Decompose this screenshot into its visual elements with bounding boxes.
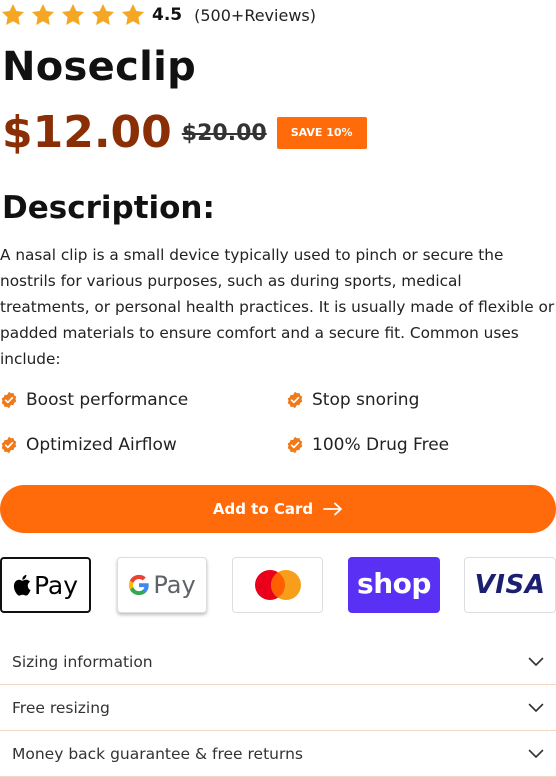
accordion-free-resizing[interactable]: Free resizing — [0, 685, 556, 731]
star-rating — [0, 2, 146, 28]
chevron-down-icon — [528, 703, 544, 712]
feature-label: Boost performance — [26, 390, 189, 410]
visa-logo: VISA — [464, 557, 556, 613]
star-icon — [31, 3, 55, 25]
feature-item: Stop snoring — [286, 390, 419, 410]
star-icon — [61, 3, 85, 25]
save-badge: SAVE 10% — [276, 117, 367, 149]
feature-item: Optimized Airflow — [0, 435, 177, 455]
feature-label: Optimized Airflow — [26, 435, 177, 455]
feature-item: 100% Drug Free — [286, 435, 449, 455]
review-count-link[interactable]: (500+Reviews) — [194, 6, 316, 25]
shop-pay-text: shop — [357, 566, 431, 600]
apple-icon — [13, 574, 31, 596]
apple-pay-text: Pay — [33, 570, 79, 600]
feature-item: Boost performance — [0, 390, 188, 410]
description-heading: Description: — [2, 190, 215, 226]
product-title: Noseclip — [2, 44, 197, 90]
mastercard-icon — [254, 570, 301, 600]
rating-row: 4.5 (500+Reviews) — [0, 0, 316, 30]
feature-label: Stop snoring — [312, 390, 420, 410]
accordion-sizing-information[interactable]: Sizing information — [0, 639, 556, 685]
google-pay-text: Pay — [153, 571, 196, 599]
check-badge-icon — [287, 391, 303, 409]
accordion-money-back-guarantee[interactable]: Money back guarantee & free returns — [0, 731, 556, 777]
apple-pay-logo: Pay — [0, 557, 91, 613]
chevron-down-icon — [528, 749, 544, 758]
rating-value: 4.5 — [152, 5, 183, 25]
star-icon — [1, 3, 25, 25]
google-pay-logo: Pay — [117, 557, 207, 613]
accordion-label: Free resizing — [12, 698, 110, 717]
google-g-icon — [129, 574, 150, 596]
price-row: $12.00 $20.00 SAVE 10% — [2, 104, 367, 162]
description-text: A nasal clip is a small device typically… — [0, 246, 555, 368]
mastercard-logo — [232, 557, 323, 613]
add-to-cart-label: Add to Card — [212, 500, 314, 518]
arrow-right-icon — [323, 502, 343, 516]
check-badge-icon — [287, 436, 303, 454]
accordion-label: Sizing information — [12, 652, 153, 671]
accordion-label: Money back guarantee & free returns — [12, 744, 303, 763]
feature-label: 100% Drug Free — [312, 435, 450, 455]
original-price: $20.00 — [181, 120, 267, 146]
current-price: $12.00 — [2, 107, 172, 158]
chevron-down-icon — [528, 657, 544, 666]
visa-text: VISA — [474, 570, 546, 600]
check-badge-icon — [1, 391, 17, 409]
add-to-cart-button[interactable]: Add to Card — [0, 485, 556, 533]
star-icon — [91, 3, 115, 25]
check-badge-icon — [1, 436, 17, 454]
star-icon — [121, 3, 145, 25]
shop-pay-logo: shop — [348, 557, 440, 613]
